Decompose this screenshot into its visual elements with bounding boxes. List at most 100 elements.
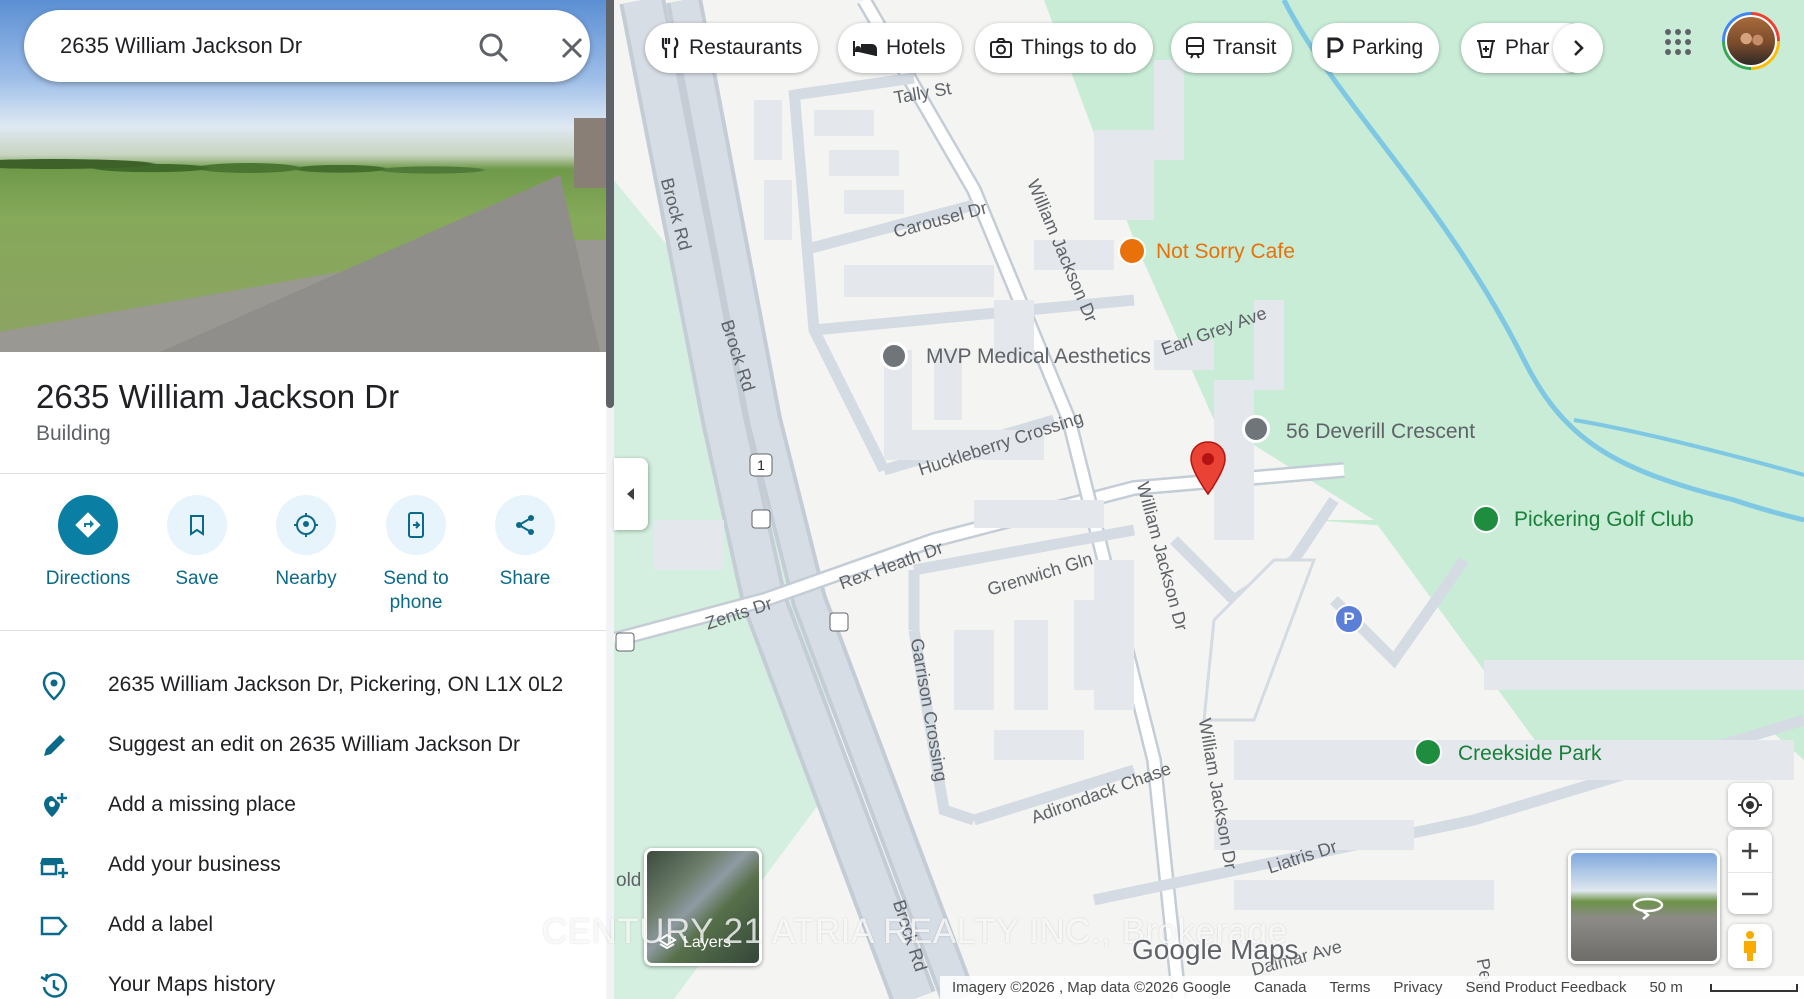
directions-button[interactable]: Directions xyxy=(33,495,143,591)
suggest-edit-row[interactable]: Suggest an edit on 2635 William Jackson … xyxy=(0,718,606,770)
share-icon xyxy=(495,495,555,555)
attribution-bar: Imagery ©2026 , Map data ©2026 Google Ca… xyxy=(940,976,1804,999)
road-label-cut: old xyxy=(616,870,642,891)
street-view-thumbnail[interactable] xyxy=(1568,850,1720,964)
scale-label[interactable]: 50 m xyxy=(1649,979,1804,996)
save-label: Save xyxy=(175,568,219,589)
selected-location-pin-icon[interactable] xyxy=(1188,440,1228,496)
poi-56-deverill[interactable]: 56 Deverill Crescent xyxy=(1286,420,1475,444)
send-to-phone-label: Send to phone xyxy=(383,568,449,613)
pegman-button[interactable] xyxy=(1728,924,1772,968)
zoom-in-button[interactable] xyxy=(1728,830,1772,872)
chip-label: Restaurants xyxy=(689,36,803,59)
zoom-controls xyxy=(1728,830,1772,914)
nearby-label: Nearby xyxy=(275,568,337,589)
directions-icon xyxy=(58,495,118,555)
chip-label: Phar xyxy=(1505,36,1550,59)
chip-label: Transit xyxy=(1213,36,1277,59)
directions-label: Directions xyxy=(45,568,131,589)
chip-things-to-do[interactable]: Things to do xyxy=(975,23,1153,73)
search-box[interactable] xyxy=(24,10,590,82)
terms-link[interactable]: Terms xyxy=(1330,979,1371,996)
parking-icon xyxy=(1327,37,1344,58)
location-pin-icon xyxy=(42,671,66,701)
bed-icon xyxy=(853,41,877,56)
address-text: 2635 William Jackson Dr, Pickering, ON L… xyxy=(108,673,564,696)
close-icon[interactable] xyxy=(554,30,590,66)
chip-label: Hotels xyxy=(886,36,946,59)
chip-restaurants[interactable]: Restaurants xyxy=(645,23,819,73)
chip-transit[interactable]: Transit xyxy=(1171,23,1293,73)
zoom-out-button[interactable] xyxy=(1728,872,1772,914)
plus-icon xyxy=(1742,843,1758,859)
nearby-button[interactable]: Nearby xyxy=(251,495,361,591)
send-feedback-link[interactable]: Send Product Feedback xyxy=(1466,979,1627,996)
country-link[interactable]: Canada xyxy=(1254,979,1307,996)
suggest-edit-text: Suggest an edit on 2635 William Jackson … xyxy=(108,733,521,756)
photo-building xyxy=(574,118,606,188)
add-label-row[interactable]: Add a label xyxy=(0,898,606,950)
address-row[interactable]: 2635 William Jackson Dr, Pickering, ON L… xyxy=(0,658,606,710)
search-icon[interactable] xyxy=(476,30,512,66)
pharmacy-icon xyxy=(1477,40,1495,58)
add-label-text: Add a label xyxy=(108,913,214,936)
divider xyxy=(0,630,606,631)
scale-bar xyxy=(1709,984,1798,993)
minus-icon xyxy=(1742,892,1758,895)
place-pin-icon[interactable] xyxy=(1242,415,1270,443)
nearby-icon xyxy=(276,495,336,555)
imagery-attribution: Imagery ©2026 , Map data ©2026 Google xyxy=(952,979,1231,996)
add-business-row[interactable]: Add your business xyxy=(0,838,606,890)
bookmark-icon xyxy=(167,495,227,555)
collapse-panel-button[interactable] xyxy=(614,458,648,530)
maps-history-text: Your Maps history xyxy=(108,973,276,996)
divider xyxy=(0,473,606,474)
label-icon xyxy=(40,916,68,936)
place-panel: 2635 William Jackson Dr Building Directi… xyxy=(0,0,606,999)
poi-pickering-golf[interactable]: Pickering Golf Club xyxy=(1514,508,1694,532)
save-button[interactable]: Save xyxy=(142,495,252,591)
add-business-text: Add your business xyxy=(108,853,281,876)
add-business-icon xyxy=(40,858,68,878)
pencil-icon xyxy=(44,735,65,756)
golf-pin-icon[interactable] xyxy=(1472,505,1500,533)
apps-grid-icon xyxy=(1665,29,1691,55)
chip-label: Things to do xyxy=(1021,36,1137,59)
place-pin-icon[interactable] xyxy=(880,342,908,370)
add-missing-place-row[interactable]: Add a missing place xyxy=(0,778,606,830)
google-apps-button[interactable] xyxy=(1656,20,1700,64)
place-title: 2635 William Jackson Dr xyxy=(36,378,400,415)
restaurant-pin-icon[interactable] xyxy=(1118,237,1146,265)
park-pin-icon[interactable] xyxy=(1414,738,1442,766)
add-missing-place-text: Add a missing place xyxy=(108,793,296,816)
chips-next-button[interactable] xyxy=(1553,23,1603,73)
maps-history-row[interactable]: Your Maps history xyxy=(0,958,606,999)
chip-parking[interactable]: Parking xyxy=(1312,23,1440,73)
poi-creekside-park[interactable]: Creekside Park xyxy=(1458,742,1602,766)
send-to-phone-button[interactable]: Send to phone xyxy=(361,495,471,615)
camera-icon xyxy=(990,38,1012,58)
avatar[interactable] xyxy=(1722,12,1780,70)
crosshair-icon xyxy=(1738,793,1762,817)
panel-scrollbar-thumb[interactable] xyxy=(606,0,614,408)
share-button[interactable]: Share xyxy=(470,495,580,591)
avatar-photo xyxy=(1725,15,1777,67)
google-maps-logo: Google Maps xyxy=(1132,934,1299,965)
privacy-link[interactable]: Privacy xyxy=(1393,979,1442,996)
poi-mvp-medical[interactable]: MVP Medical Aesthetics xyxy=(926,345,1151,369)
chevron-right-icon xyxy=(1574,40,1584,56)
photo-trees xyxy=(0,140,540,180)
share-label: Share xyxy=(499,568,551,589)
parking-pin-icon[interactable]: P xyxy=(1334,604,1364,634)
my-location-button[interactable] xyxy=(1728,783,1772,827)
route-shield-label: 1 xyxy=(757,457,765,473)
map-canvas[interactable]: 1 Tally St Carousel Dr William Jackson D… xyxy=(614,0,1804,999)
search-input[interactable] xyxy=(60,32,420,60)
chip-label: Parking xyxy=(1352,36,1424,59)
place-type: Building xyxy=(36,422,111,445)
poi-not-sorry-cafe[interactable]: Not Sorry Cafe xyxy=(1156,240,1295,264)
scale-text: 50 m xyxy=(1649,979,1683,996)
fork-knife-icon xyxy=(661,37,679,58)
chip-hotels[interactable]: Hotels xyxy=(838,23,962,73)
add-place-icon xyxy=(44,793,67,817)
